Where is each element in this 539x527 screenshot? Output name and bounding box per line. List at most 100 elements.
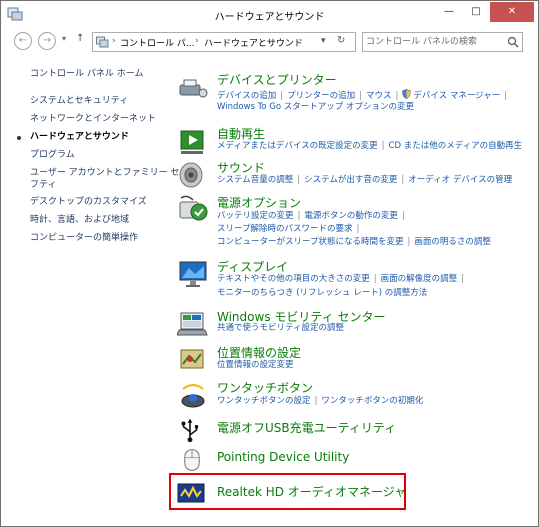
category-display: ディスプレイ テキストやその他の項目の大きさの変更 | 画面の解像度の調整 | モニタ… — [177, 258, 532, 303]
devices-printers-title[interactable]: デバイスとプリンター — [217, 71, 337, 88]
display-icon — [179, 261, 207, 287]
navigation-bar: ← → ▾ ↑ › コントロール パ... › ハードウェアとサウンド ▾ ↻ — [1, 29, 538, 55]
mobility-links-row1: 共通で使うモビリティ設定の調整 — [217, 323, 344, 334]
sidebar-item-control-panel-home[interactable]: コントロール パネル ホーム — [30, 69, 143, 80]
display-links-row2: モニターのちらつき (リフレッシュ レート) の調整方法 — [217, 288, 427, 299]
devices-printers-icon — [179, 79, 208, 98]
location-links-row1: 位置情報の設定変更 — [217, 360, 294, 371]
breadcrumb-hardware-sound[interactable]: ハードウェアとサウンド — [204, 36, 303, 49]
recent-pages-chevron-icon[interactable]: ▾ — [62, 34, 66, 43]
one-touch-button-title[interactable]: ワンタッチボタン — [217, 379, 313, 396]
location-change-link[interactable]: 位置情報の設定変更 — [217, 360, 294, 370]
sound-links-row1: システム音量の調整 | システムが出す音の変更 | オーディオ デバイスの管理 — [217, 175, 512, 186]
usb-charge-utility-title[interactable]: 電源オフUSB充電ユーティリティ — [217, 419, 396, 436]
link-separator: | — [280, 91, 284, 101]
power-links-row2: スリープ解除時のパスワードの要求 | — [217, 224, 363, 235]
add-device-link[interactable]: デバイスの追加 — [217, 91, 276, 101]
one-touch-button-icon — [181, 384, 205, 408]
pointing-device-utility-title[interactable]: Pointing Device Utility — [217, 450, 349, 464]
sidebar-item-personalization[interactable]: デスクトップのカスタマイズ — [30, 197, 147, 208]
devices-printers-links-row1: デバイスの追加 | プリンターの追加 | マウス | デバイス マネージャー | — [217, 89, 511, 102]
search-icon[interactable] — [507, 36, 519, 48]
category-location-settings: 位置情報の設定 位置情報の設定変更 — [177, 344, 532, 376]
current-page-bullet-icon — [17, 136, 21, 140]
link-separator: | — [504, 91, 508, 101]
forward-button[interactable]: → — [38, 32, 56, 50]
autoplay-links-row1: メディアまたはデバイスの既定設定の変更 | CD または他のメディアの自動再生 — [217, 141, 522, 152]
close-button[interactable]: ✕ — [490, 2, 534, 22]
battery-settings-link[interactable]: バッテリ設定の変更 — [217, 211, 294, 221]
mobility-center-icon — [177, 312, 208, 336]
category-power-options: 電源オプション バッテリ設定の変更 | 電源ボタンの動作の変更 | スリープ解除時のパ… — [177, 194, 532, 252]
refresh-icon[interactable]: ↻ — [337, 35, 345, 46]
uac-shield-icon — [402, 89, 412, 99]
link-separator: | — [314, 396, 318, 406]
search-box — [362, 32, 523, 52]
windows-to-go-link[interactable]: Windows To Go スタートアップ オプションの変更 — [217, 102, 414, 112]
brightness-link[interactable]: 画面の明るさの調整 — [414, 237, 491, 247]
category-devices-printers: デバイスとプリンター デバイスの追加 | プリンターの追加 | マウス | デバイス マネー… — [177, 71, 532, 117]
link-separator: | — [373, 274, 377, 284]
control-panel-window: ハードウェアとサウンド — □ ✕ ← → ▾ ↑ › コントロール パ... … — [0, 0, 539, 527]
breadcrumb-control-panel[interactable]: コントロール パ... — [120, 36, 194, 49]
text-size-link[interactable]: テキストやその他の項目の大きさの変更 — [217, 274, 370, 284]
autoplay-cd-link[interactable]: CD または他のメディアの自動再生 — [389, 141, 523, 151]
arrow-left-icon: ← — [18, 35, 28, 46]
sidebar-item-system-security[interactable]: システムとセキュリティ — [30, 96, 128, 107]
category-mobility-center: Windows モビリティ センター 共通で使うモビリティ設定の調整 — [177, 308, 532, 340]
one-touch-reset-link[interactable]: ワンタッチボタンの初期化 — [321, 396, 423, 406]
link-separator: | — [395, 91, 399, 101]
system-volume-link[interactable]: システム音量の調整 — [217, 175, 293, 185]
link-separator: | — [297, 175, 301, 185]
sidebar-item-hardware-sound: ハードウェアとサウンド — [30, 132, 129, 142]
display-title[interactable]: ディスプレイ — [217, 258, 288, 275]
arrow-right-icon: → — [42, 35, 52, 46]
power-options-title[interactable]: 電源オプション — [217, 194, 301, 211]
address-dropdown-icon[interactable]: ▾ — [321, 36, 326, 46]
autoplay-default-link[interactable]: メディアまたはデバイスの既定設定の変更 — [217, 141, 378, 151]
resolution-link[interactable]: 画面の解像度の調整 — [381, 274, 458, 284]
system-sounds-link[interactable]: システムが出す音の変更 — [304, 175, 397, 185]
autoplay-icon — [180, 130, 204, 154]
sidebar-item-programs[interactable]: プログラム — [30, 150, 75, 161]
sleep-time-link[interactable]: コンピューターがスリープ状態になる時間を変更 — [217, 237, 404, 247]
sound-title[interactable]: サウンド — [217, 159, 265, 176]
sidebar-item-user-accounts[interactable]: ユーザー アカウントとファミリー セー — [30, 168, 189, 179]
category-one-touch-button: ワンタッチボタン ワンタッチボタンの設定 | ワンタッチボタンの初期化 — [177, 379, 532, 411]
add-printer-link[interactable]: プリンターの追加 — [287, 91, 355, 101]
audio-devices-link[interactable]: オーディオ デバイスの管理 — [408, 175, 512, 185]
up-arrow-icon[interactable]: ↑ — [76, 33, 84, 44]
category-autoplay: 自動再生 メディアまたはデバイスの既定設定の変更 | CD または他のメディアの自動… — [177, 125, 532, 157]
search-input[interactable] — [366, 34, 504, 50]
maximize-button[interactable]: □ — [463, 2, 489, 22]
device-manager-link[interactable]: デバイス マネージャー — [413, 91, 500, 101]
sidebar-item-clock-language-region[interactable]: 時計、言語、および地域 — [30, 215, 129, 226]
mouse-icon — [184, 449, 200, 471]
link-separator: | — [359, 91, 363, 101]
speaker-icon — [179, 162, 203, 188]
minimize-button[interactable]: — — [436, 2, 462, 22]
address-bar[interactable]: › コントロール パ... › ハードウェアとサウンド ▾ ↻ — [92, 32, 356, 52]
breadcrumb-separator-icon: › — [112, 36, 116, 46]
category-sound: サウンド システム音量の調整 | システムが出す音の変更 | オーディオ デバイスの管理 — [177, 159, 532, 191]
one-touch-settings-link[interactable]: ワンタッチボタンの設定 — [217, 396, 311, 406]
breadcrumb-separator-icon: › — [195, 36, 199, 46]
location-settings-icon — [180, 349, 204, 369]
refresh-rate-link[interactable]: モニターのちらつき (リフレッシュ レート) の調整方法 — [217, 288, 427, 298]
location-settings-title[interactable]: 位置情報の設定 — [217, 344, 301, 361]
mouse-link[interactable]: マウス — [366, 91, 392, 101]
power-options-icon — [179, 195, 208, 221]
sidebar-item-user-accounts-cont[interactable]: フティ — [30, 180, 56, 191]
link-separator: | — [401, 175, 405, 185]
power-button-link[interactable]: 電源ボタンの動作の変更 — [304, 211, 398, 221]
autoplay-title[interactable]: 自動再生 — [217, 125, 265, 142]
control-panel-small-icon — [96, 36, 109, 48]
sidebar-item-network-internet[interactable]: ネットワークとインターネット — [30, 114, 156, 125]
link-separator: | — [461, 274, 465, 284]
mobility-settings-link[interactable]: 共通で使うモビリティ設定の調整 — [217, 323, 344, 333]
back-button[interactable]: ← — [14, 32, 32, 50]
title-bar: ハードウェアとサウンド — □ ✕ — [1, 1, 538, 29]
highlight-box — [169, 473, 406, 510]
wake-password-link[interactable]: スリープ解除時のパスワードの要求 — [217, 224, 353, 234]
sidebar-item-ease-of-access[interactable]: コンピューターの簡単操作 — [30, 233, 138, 244]
